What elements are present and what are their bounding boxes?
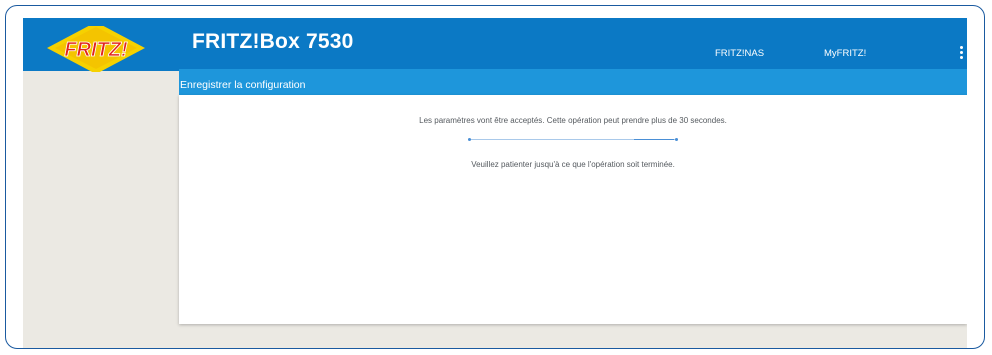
- progress-indicator: [468, 138, 678, 141]
- fritz-logo[interactable]: FRITZ!: [41, 26, 151, 72]
- fritzbox-ui: FRITZ! FRITZ!Box 7530 FRITZ!NAS MyFRITZ!…: [23, 18, 967, 348]
- product-title: FRITZ!Box 7530: [192, 30, 354, 53]
- progress-end-dot: [675, 138, 678, 141]
- page-title-bar: Enregistrer la configuration: [179, 69, 967, 95]
- progress-fill: [634, 139, 674, 140]
- svg-text:FRITZ!: FRITZ!: [64, 39, 128, 61]
- content-panel: Les paramètres vont être acceptés. Cette…: [179, 95, 967, 324]
- saving-message: Les paramètres vont être acceptés. Cette…: [419, 116, 727, 125]
- wait-message: Veuillez patienter jusqu'à ce que l'opér…: [471, 160, 675, 169]
- kebab-menu-icon[interactable]: [958, 46, 964, 60]
- screenshot-frame: FRITZ! FRITZ!Box 7530 FRITZ!NAS MyFRITZ!…: [5, 5, 985, 349]
- progress-start-dot: [468, 138, 471, 141]
- nav-myfritz-link[interactable]: MyFRITZ!: [824, 48, 866, 59]
- nav-fritznas-link[interactable]: FRITZ!NAS: [715, 48, 764, 59]
- top-bar: FRITZ! FRITZ!Box 7530 FRITZ!NAS MyFRITZ!: [23, 18, 967, 72]
- page-title: Enregistrer la configuration: [180, 79, 306, 91]
